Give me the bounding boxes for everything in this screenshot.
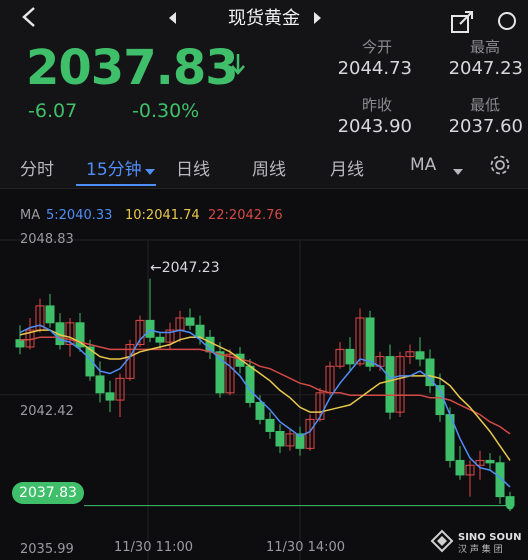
- down-arrow-icon: [230, 52, 246, 82]
- candle-body: [365, 317, 375, 367]
- candle-body: [275, 430, 285, 447]
- ma5-value: 5:2040.33: [46, 208, 113, 223]
- price-change: -6.07: [28, 100, 78, 122]
- candle-body: [195, 324, 205, 338]
- last-price: 2037.83: [26, 40, 239, 96]
- candle-body: [245, 365, 255, 403]
- current-price-dot: [506, 501, 514, 510]
- candle-body: [155, 336, 165, 343]
- low-label: 最低: [469, 96, 500, 114]
- tab-15min[interactable]: 15分钟: [86, 155, 142, 180]
- indicator-dropdown-icon[interactable]: [452, 161, 464, 180]
- tab-indicator-ma[interactable]: MA: [410, 155, 436, 175]
- prev-close-label: 昨收: [361, 96, 392, 114]
- svg-text:汉 声 集 团: 汉 声 集 团: [458, 543, 503, 555]
- candle-body: [345, 348, 355, 365]
- tab-daily[interactable]: 日线: [176, 155, 210, 180]
- open-value: 2044.73: [337, 58, 412, 79]
- next-instrument-icon[interactable]: [313, 10, 323, 29]
- candle-body: [255, 401, 265, 420]
- y-tick-top: 2048.83: [20, 232, 74, 247]
- ma10-value: 10:2041.74: [125, 208, 200, 223]
- y-tick-bottom: 2035.99: [20, 542, 74, 557]
- x-tick-2: 11/30 14:00: [266, 540, 346, 555]
- open-label: 今开: [361, 38, 392, 56]
- candle-body: [145, 319, 155, 338]
- candle-body: [455, 459, 465, 476]
- ma22-value: 22:2042.76: [208, 208, 283, 223]
- tab-15min-dropdown-icon[interactable]: [144, 161, 156, 180]
- candle-body: [415, 351, 425, 360]
- y-tick-mid: 2042.42: [20, 404, 74, 419]
- active-tab-underline: [76, 184, 156, 186]
- candlestick-chart[interactable]: [0, 228, 528, 560]
- candle-body: [485, 459, 495, 464]
- settings-gear-icon[interactable]: [489, 154, 511, 180]
- candle-body: [15, 339, 25, 348]
- price-change-pct: -0.30%: [132, 100, 200, 122]
- sinosound-logo: SINO SOUND 汉 声 集 团: [430, 526, 528, 560]
- candle-body: [265, 418, 275, 432]
- svg-text:SINO SOUND: SINO SOUND: [458, 532, 522, 543]
- candle-body: [185, 317, 195, 326]
- page-title: 现货黄金: [228, 8, 300, 29]
- candle-body: [215, 351, 225, 394]
- tab-intraday[interactable]: 分时: [20, 155, 54, 180]
- prev-close-value: 2043.90: [337, 116, 412, 137]
- candle-body: [45, 305, 55, 324]
- tab-monthly[interactable]: 月线: [330, 155, 364, 180]
- current-price-tag: 2037.83: [12, 482, 84, 504]
- tab-weekly[interactable]: 周线: [252, 155, 286, 180]
- candle-body: [105, 392, 115, 401]
- ma-legend-label: MA: [20, 208, 41, 223]
- candle-body: [95, 375, 105, 394]
- high-label: 最高: [469, 38, 500, 56]
- x-tick-1: 11/30 11:00: [114, 540, 194, 555]
- candle-body: [385, 356, 395, 413]
- high-value: 2047.23: [448, 58, 523, 79]
- low-value: 2037.60: [448, 116, 523, 137]
- high-annotation: ←2047.23: [150, 260, 220, 276]
